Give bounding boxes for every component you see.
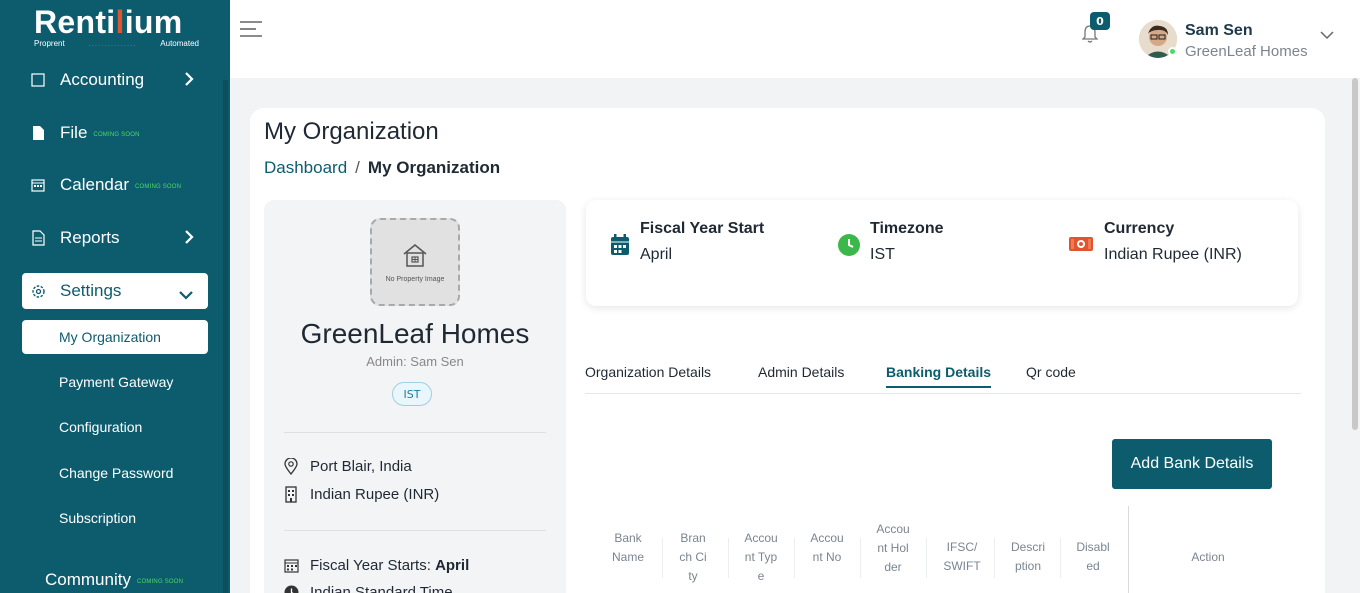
organization-name: GreenLeaf Homes <box>300 318 530 349</box>
chevron-down-icon[interactable] <box>1320 25 1334 44</box>
online-status-dot <box>1168 47 1177 56</box>
sidebar-item-community[interactable]: Community COMING SOON <box>37 562 223 593</box>
calendar-icon <box>30 177 46 193</box>
column-header-disabled[interactable]: Disabled <box>1076 538 1110 576</box>
property-image-placeholder[interactable]: No Property Image <box>370 218 460 306</box>
coming-soon-badge: COMING SOON <box>135 183 182 190</box>
sidebar-sub-configuration[interactable]: Configuration <box>22 410 208 444</box>
chevron-down-icon <box>178 285 194 305</box>
sidebar-item-label: Settings <box>60 281 122 300</box>
calendar-icon <box>284 558 300 573</box>
sidebar-item-accounting[interactable]: Accounting <box>22 62 208 98</box>
sidebar-sub-subscription[interactable]: Subscription <box>22 501 208 535</box>
currency-row: Indian Rupee (INR) <box>284 486 439 503</box>
column-divider <box>794 538 795 578</box>
notification-count-badge: 0 <box>1090 12 1110 30</box>
column-header-ifsc-swift[interactable]: IFSC/ SWIFT <box>942 538 982 576</box>
sidebar-item-label: Calendar <box>60 175 129 194</box>
fiscal-year-row: Fiscal Year Starts: April <box>284 557 469 574</box>
divider <box>284 432 546 433</box>
house-icon <box>401 242 429 272</box>
sidebar-item-calendar[interactable]: Calendar COMING SOON <box>22 167 208 203</box>
sidebar: Rentilium Proprent............... Automat… <box>0 0 230 593</box>
sidebar-item-settings[interactable]: Settings <box>22 273 208 309</box>
column-header-account-holder[interactable]: Account Holder <box>876 520 910 577</box>
column-divider <box>1128 506 1129 593</box>
location-pin-icon <box>284 458 300 475</box>
sidebar-sub-change-password[interactable]: Change Password <box>22 456 208 490</box>
brand-logo[interactable]: Rentilium Proprent............... Automat… <box>34 4 199 48</box>
column-header-bank-name[interactable]: Bank Name <box>610 529 646 567</box>
breadcrumb-current: My Organization <box>367 158 501 177</box>
sidebar-sub-my-organization[interactable]: My Organization <box>22 320 208 354</box>
column-header-account-no[interactable]: Account No <box>810 529 844 567</box>
sidebar-item-reports[interactable]: Reports <box>22 220 208 256</box>
gear-icon <box>30 283 46 299</box>
divider <box>284 530 546 531</box>
tab-organization-details[interactable]: Organization Details <box>585 364 711 386</box>
timezone-badge: IST <box>392 382 432 406</box>
column-header-action[interactable]: Action <box>1170 548 1246 567</box>
breadcrumb-dashboard-link[interactable]: Dashboard <box>264 158 347 178</box>
user-name: Sam Sen <box>1185 22 1253 39</box>
breadcrumb: Dashboard / My Organization <box>264 158 500 178</box>
sidebar-sub-payment-gateway[interactable]: Payment Gateway <box>22 365 208 399</box>
column-divider <box>662 538 663 578</box>
stat-currency: Currency Indian Rupee (INR) <box>1068 220 1242 264</box>
column-header-branch-city[interactable]: Branch City <box>678 529 708 586</box>
sidebar-item-file[interactable]: File COMING SOON <box>22 115 208 151</box>
column-divider <box>860 538 861 578</box>
admin-name: Admin: Sam Sen <box>366 354 464 369</box>
column-divider <box>1060 538 1061 578</box>
column-header-account-type[interactable]: Account Type <box>744 529 778 586</box>
column-divider <box>728 538 729 578</box>
no-image-label: No Property Image <box>385 275 445 283</box>
chevron-right-icon <box>184 71 194 92</box>
add-bank-details-button[interactable]: Add Bank Details <box>1112 439 1272 489</box>
accounting-icon <box>30 72 46 88</box>
breadcrumb-separator: / <box>355 158 360 177</box>
tab-qr-code[interactable]: Qr code <box>1026 364 1076 386</box>
location-row: Port Blair, India <box>284 458 412 475</box>
clock-icon <box>838 234 860 264</box>
sidebar-item-label: File <box>60 123 88 142</box>
column-divider <box>994 538 995 578</box>
page-scrollbar[interactable] <box>1352 78 1358 430</box>
details-tabs: Organization Details Admin Details Banki… <box>585 364 1301 394</box>
timezone-row: Indian Standard Time <box>284 584 453 593</box>
main-content-card: My Organization Dashboard / My Organizat… <box>250 108 1325 593</box>
money-icon <box>1068 234 1094 264</box>
stat-timezone: Timezone IST <box>838 220 944 264</box>
tab-banking-details[interactable]: Banking Details <box>886 364 992 388</box>
user-organization: GreenLeaf Homes <box>1185 43 1308 60</box>
calendar-icon <box>610 234 630 264</box>
coming-soon-badge: COMING SOON <box>136 578 184 585</box>
hamburger-menu-icon[interactable] <box>240 20 262 42</box>
coming-soon-badge: COMING SOON <box>93 131 140 138</box>
column-header-description[interactable]: Description <box>1010 538 1046 576</box>
column-divider <box>926 538 927 578</box>
tab-admin-details[interactable]: Admin Details <box>758 364 844 386</box>
organization-profile-card: No Property Image GreenLeaf Homes Admin:… <box>264 200 566 593</box>
sidebar-item-label: Community <box>45 570 131 589</box>
top-header: 0 Sam Sen GreenLeaf Homes <box>230 0 1360 78</box>
stat-fiscal-year: Fiscal Year Start April <box>610 220 764 264</box>
sidebar-item-label: Reports <box>60 228 120 247</box>
clock-icon <box>284 585 300 593</box>
sidebar-item-label: Accounting <box>60 70 145 89</box>
sidebar-scrollbar[interactable] <box>223 80 228 593</box>
chevron-right-icon <box>184 229 194 250</box>
report-icon <box>30 230 46 246</box>
organization-stats: Fiscal Year Start April Timezone IST Cur… <box>586 200 1298 306</box>
file-icon <box>30 125 46 141</box>
building-icon <box>284 486 300 503</box>
page-title: My Organization <box>264 118 439 145</box>
